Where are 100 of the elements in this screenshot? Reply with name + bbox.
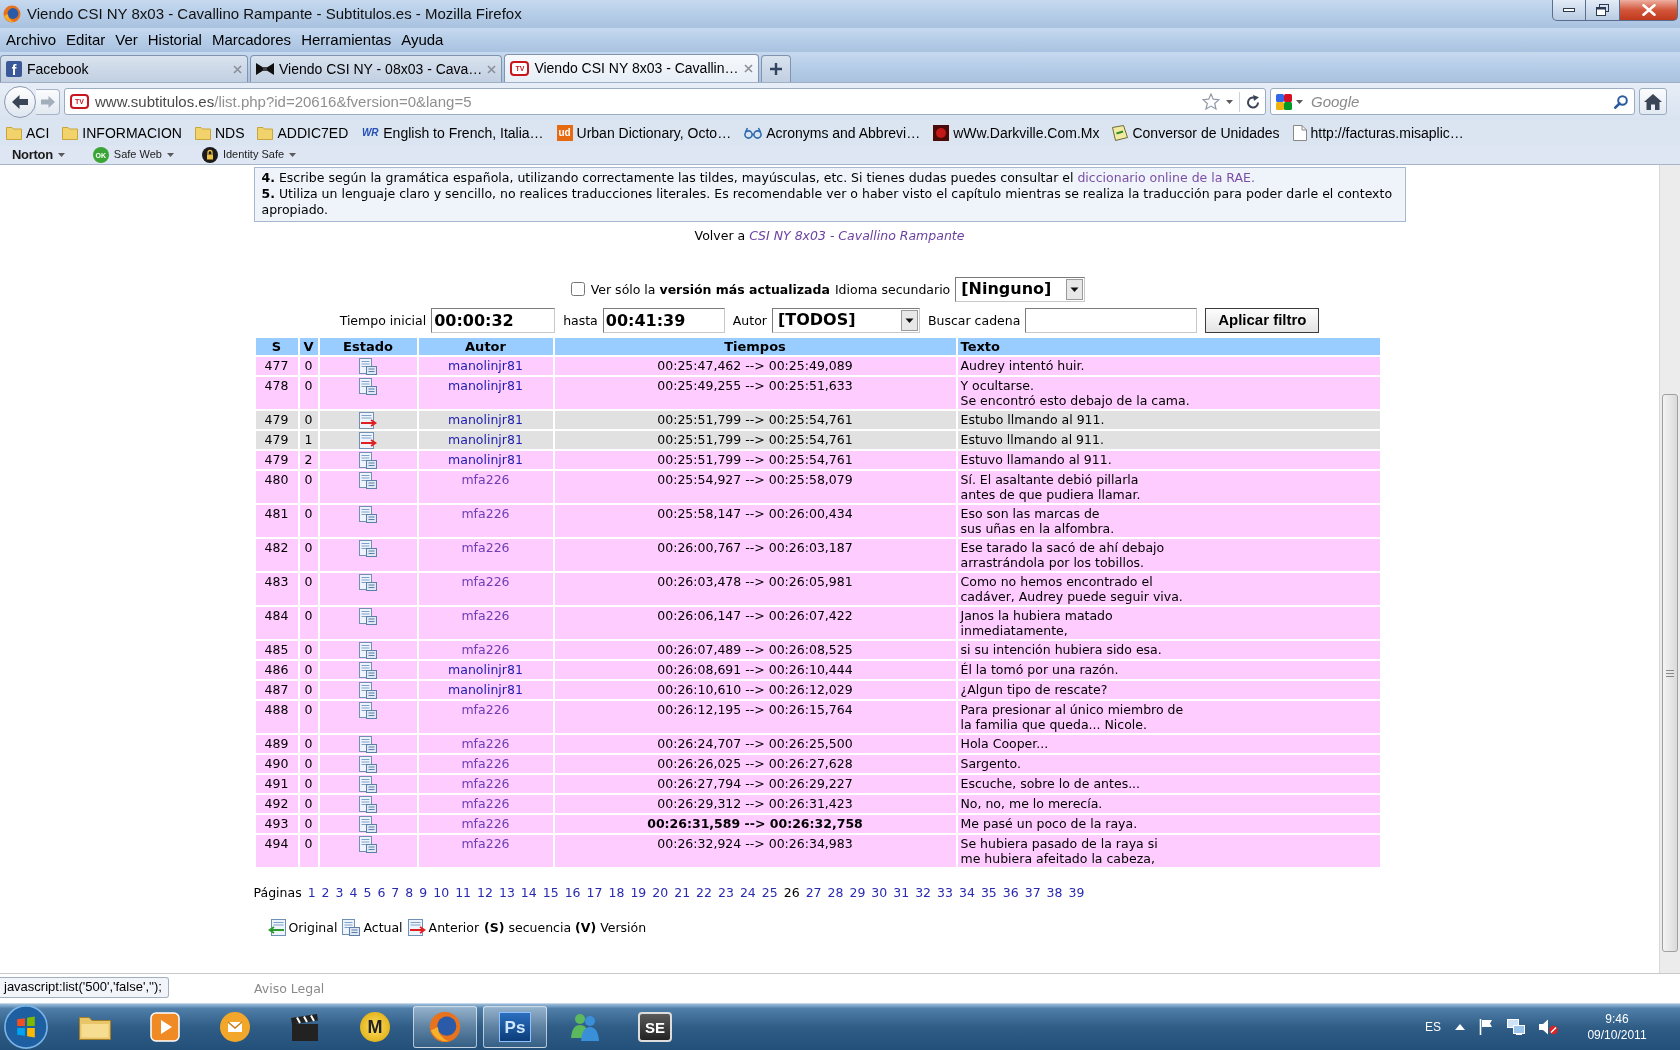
dictionary-link[interactable]: diccionario online de la RAE. xyxy=(1077,170,1255,185)
page-link[interactable]: 8 xyxy=(405,885,414,901)
page-link[interactable]: 1 xyxy=(307,885,316,901)
clock-date[interactable]: 09/10/2011 xyxy=(1587,1027,1647,1043)
checkbox[interactable] xyxy=(570,282,585,296)
author-link[interactable]: manolinjr81 xyxy=(448,378,523,393)
page-link[interactable]: 6 xyxy=(377,885,386,901)
page-link[interactable]: 20 xyxy=(652,885,669,901)
page-link[interactable]: 35 xyxy=(980,885,997,901)
minimize-button[interactable] xyxy=(1552,0,1586,21)
flag-icon[interactable] xyxy=(1479,1019,1493,1035)
network-icon[interactable] xyxy=(1507,1019,1525,1035)
page-link[interactable]: 13 xyxy=(498,885,515,901)
page-link[interactable]: 29 xyxy=(849,885,866,901)
page-link[interactable]: 4 xyxy=(349,885,358,901)
author-select[interactable]: [TODOS] xyxy=(771,307,920,333)
page-link[interactable]: 3 xyxy=(335,885,344,901)
author-link[interactable]: mfa226 xyxy=(461,608,510,623)
page-link[interactable]: 2 xyxy=(321,885,330,901)
page-link[interactable]: 9 xyxy=(419,885,428,901)
reload-icon[interactable] xyxy=(1246,94,1260,109)
taskbar-button[interactable] xyxy=(413,1006,477,1048)
page-link[interactable]: 30 xyxy=(871,885,888,901)
bookmark-link[interactable]: ud Urban Dictionary, Octo… xyxy=(556,124,732,142)
page-link[interactable]: 34 xyxy=(958,885,975,901)
close-icon[interactable] xyxy=(743,64,753,73)
author-link[interactable]: manolinjr81 xyxy=(448,682,523,697)
bookmark-star-icon[interactable] xyxy=(1202,93,1220,110)
page-link[interactable]: 37 xyxy=(1024,885,1041,901)
menu-item[interactable]: Editar xyxy=(61,30,111,50)
menu-item[interactable]: Historial xyxy=(142,30,207,50)
speaker-muted-icon[interactable] xyxy=(1539,1019,1558,1035)
search-engine-icon[interactable] xyxy=(1276,93,1292,110)
start-button[interactable] xyxy=(4,1005,48,1049)
back-button[interactable] xyxy=(4,85,36,118)
start-time-field[interactable]: 00:00:32 xyxy=(431,307,556,333)
end-time-field[interactable]: 00:41:39 xyxy=(602,307,725,333)
search-string-field[interactable] xyxy=(1025,307,1198,333)
page-link[interactable]: 19 xyxy=(630,885,647,901)
page-link[interactable]: 24 xyxy=(739,885,756,901)
bookmark-folder[interactable]: ACI xyxy=(6,124,50,142)
page-link[interactable]: 16 xyxy=(564,885,581,901)
page-link[interactable]: 11 xyxy=(455,885,472,901)
author-link[interactable]: manolinjr81 xyxy=(448,358,523,373)
page-link[interactable]: 7 xyxy=(391,885,400,901)
author-link[interactable]: mfa226 xyxy=(461,702,510,717)
toolbar-menu[interactable]: Norton xyxy=(12,147,65,163)
page-link[interactable]: 18 xyxy=(608,885,625,901)
language-indicator[interactable]: ES xyxy=(1425,1019,1441,1035)
page-link[interactable]: 33 xyxy=(937,885,953,901)
page-link[interactable]: 22 xyxy=(696,885,712,901)
new-tab-button[interactable] xyxy=(760,55,791,82)
up-arrow-icon[interactable] xyxy=(1455,1024,1465,1030)
page-link[interactable]: 25 xyxy=(761,885,778,901)
search-field[interactable]: Google xyxy=(1307,90,1610,113)
browser-tab[interactable]: Viendo CSI NY - 08x03 - Cava… xyxy=(250,55,503,82)
author-link[interactable]: manolinjr81 xyxy=(448,662,523,677)
scrollbar-thumb[interactable] xyxy=(1662,394,1678,952)
author-link[interactable]: manolinjr81 xyxy=(448,432,523,447)
author-link[interactable]: mfa226 xyxy=(461,642,510,657)
author-link[interactable]: mfa226 xyxy=(461,776,510,791)
author-link[interactable]: mfa226 xyxy=(461,472,510,487)
bookmark-folder[interactable]: NDS xyxy=(194,124,245,142)
toolbar-menu[interactable]: Identity Safe xyxy=(201,147,297,163)
page-link[interactable]: 28 xyxy=(827,885,844,901)
author-link[interactable]: mfa226 xyxy=(461,574,510,589)
bookmark-link[interactable]: Conversor de Unidades xyxy=(1112,124,1280,142)
clock-time[interactable]: 9:46 xyxy=(1605,1011,1629,1027)
page-link[interactable]: 21 xyxy=(674,885,691,901)
scrollbar[interactable] xyxy=(1659,165,1680,973)
taskbar-button[interactable]: SE xyxy=(623,1006,687,1048)
author-link[interactable]: mfa226 xyxy=(461,506,510,521)
bookmark-folder[interactable]: INFORMACION xyxy=(62,124,182,142)
episode-link[interactable]: CSI NY 8x03 - Cavallino Rampante xyxy=(749,228,965,243)
page-link[interactable]: 5 xyxy=(363,885,372,901)
taskbar-button[interactable]: M xyxy=(343,1006,407,1048)
page-link[interactable]: 14 xyxy=(520,885,537,901)
search-box[interactable]: Google xyxy=(1270,88,1635,115)
menu-item[interactable]: Archivo xyxy=(1,30,62,50)
page-link[interactable]: 31 xyxy=(893,885,910,901)
page-link[interactable]: 17 xyxy=(586,885,603,901)
legal-notice-link[interactable]: Aviso Legal xyxy=(254,981,325,996)
page-link[interactable]: 27 xyxy=(805,885,822,901)
bookmark-link[interactable]: Acronyms and Abbrevi… xyxy=(744,124,921,142)
apply-filter-button[interactable]: Aplicar filtro xyxy=(1205,307,1320,333)
page-link[interactable]: 12 xyxy=(477,885,493,901)
author-link[interactable]: manolinjr81 xyxy=(448,412,523,427)
bookmark-link[interactable]: wWw.Darkville.Com.Mx xyxy=(933,124,1100,142)
author-link[interactable]: mfa226 xyxy=(461,756,510,771)
page-link[interactable]: 36 xyxy=(1002,885,1019,901)
page-link[interactable]: 38 xyxy=(1046,885,1063,901)
author-link[interactable]: mfa226 xyxy=(461,816,510,831)
author-link[interactable]: mfa226 xyxy=(461,836,510,851)
caret-icon[interactable] xyxy=(1296,99,1303,104)
page-link[interactable]: 15 xyxy=(542,885,559,901)
menu-item[interactable]: Ver xyxy=(110,30,143,50)
author-link[interactable]: mfa226 xyxy=(461,796,510,811)
caret-icon[interactable] xyxy=(1226,99,1233,104)
menu-item[interactable]: Ayuda xyxy=(396,30,449,50)
language-select[interactable]: [Ninguno] xyxy=(955,276,1086,302)
